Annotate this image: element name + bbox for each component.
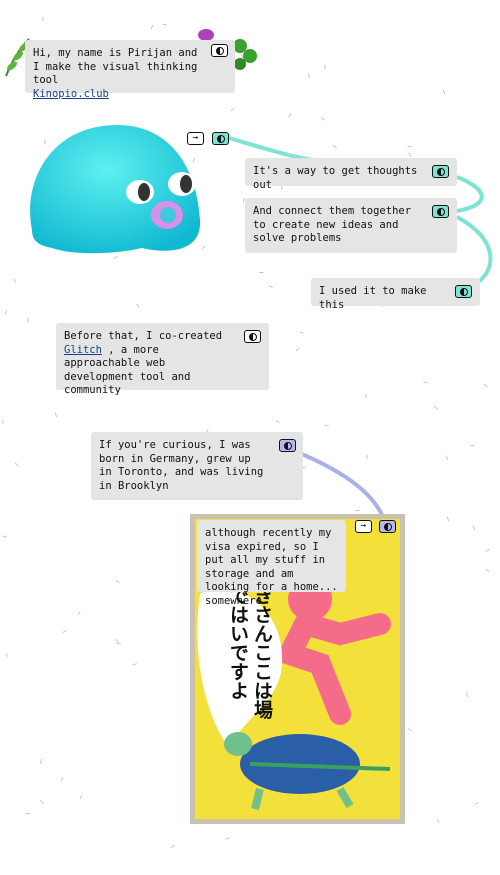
card-text: I used it to make this — [319, 285, 427, 311]
connector-button[interactable] — [379, 520, 396, 533]
connector-button[interactable] — [212, 132, 229, 145]
card-background[interactable]: If you're curious, I was born in Germany… — [91, 432, 303, 500]
connector-button[interactable] — [432, 165, 449, 178]
card-intro[interactable]: Hi, my name is Pirijan and I make the vi… — [25, 40, 235, 100]
card-text: Hi, my name is Pirijan and I make the vi… — [33, 47, 198, 86]
connector-icon — [459, 287, 468, 296]
card-thoughts[interactable]: It's a way to get thoughts out — [245, 158, 457, 191]
navigate-button[interactable]: → — [187, 132, 204, 145]
kinopio-link[interactable]: Kinopio.club — [33, 88, 109, 100]
card-connect[interactable]: And connect them together to create new … — [245, 198, 457, 253]
navigate-button[interactable]: → — [355, 520, 372, 533]
connector-icon — [216, 134, 225, 143]
connector-button[interactable] — [279, 439, 296, 452]
connector-button[interactable] — [432, 205, 449, 218]
card-made-this[interactable]: I used it to make this — [311, 278, 480, 311]
connector-icon — [383, 522, 392, 531]
connection-line — [456, 175, 484, 213]
card-glitch[interactable]: Before that, I co-created Glitch , a mor… — [56, 323, 269, 396]
connector-icon — [436, 207, 445, 216]
connector-icon — [283, 441, 292, 450]
arrow-right-icon: → — [360, 521, 367, 531]
connector-icon — [436, 167, 445, 176]
kinopio-blob-image — [30, 125, 201, 254]
card-text-before: Before that, I co-created — [64, 330, 223, 342]
card-text: Before that, I co-created Glitch , a mor… — [64, 330, 261, 398]
connection-line — [456, 215, 493, 284]
card-text: And connect them together to create new … — [253, 205, 412, 244]
connector-button[interactable] — [211, 44, 228, 57]
connector-icon — [215, 46, 224, 55]
connector-button[interactable] — [244, 330, 261, 343]
glitch-link[interactable]: Glitch — [64, 344, 102, 356]
connector-button[interactable] — [455, 285, 472, 298]
connector-icon — [248, 332, 257, 341]
card-text: If you're curious, I was born in Germany… — [99, 439, 264, 492]
arrow-right-icon: → — [192, 133, 199, 143]
connection-line — [296, 450, 384, 516]
card-visa[interactable]: although recently my visa expired, so I … — [197, 520, 346, 607]
card-text: It's a way to get thoughts out — [253, 165, 418, 191]
